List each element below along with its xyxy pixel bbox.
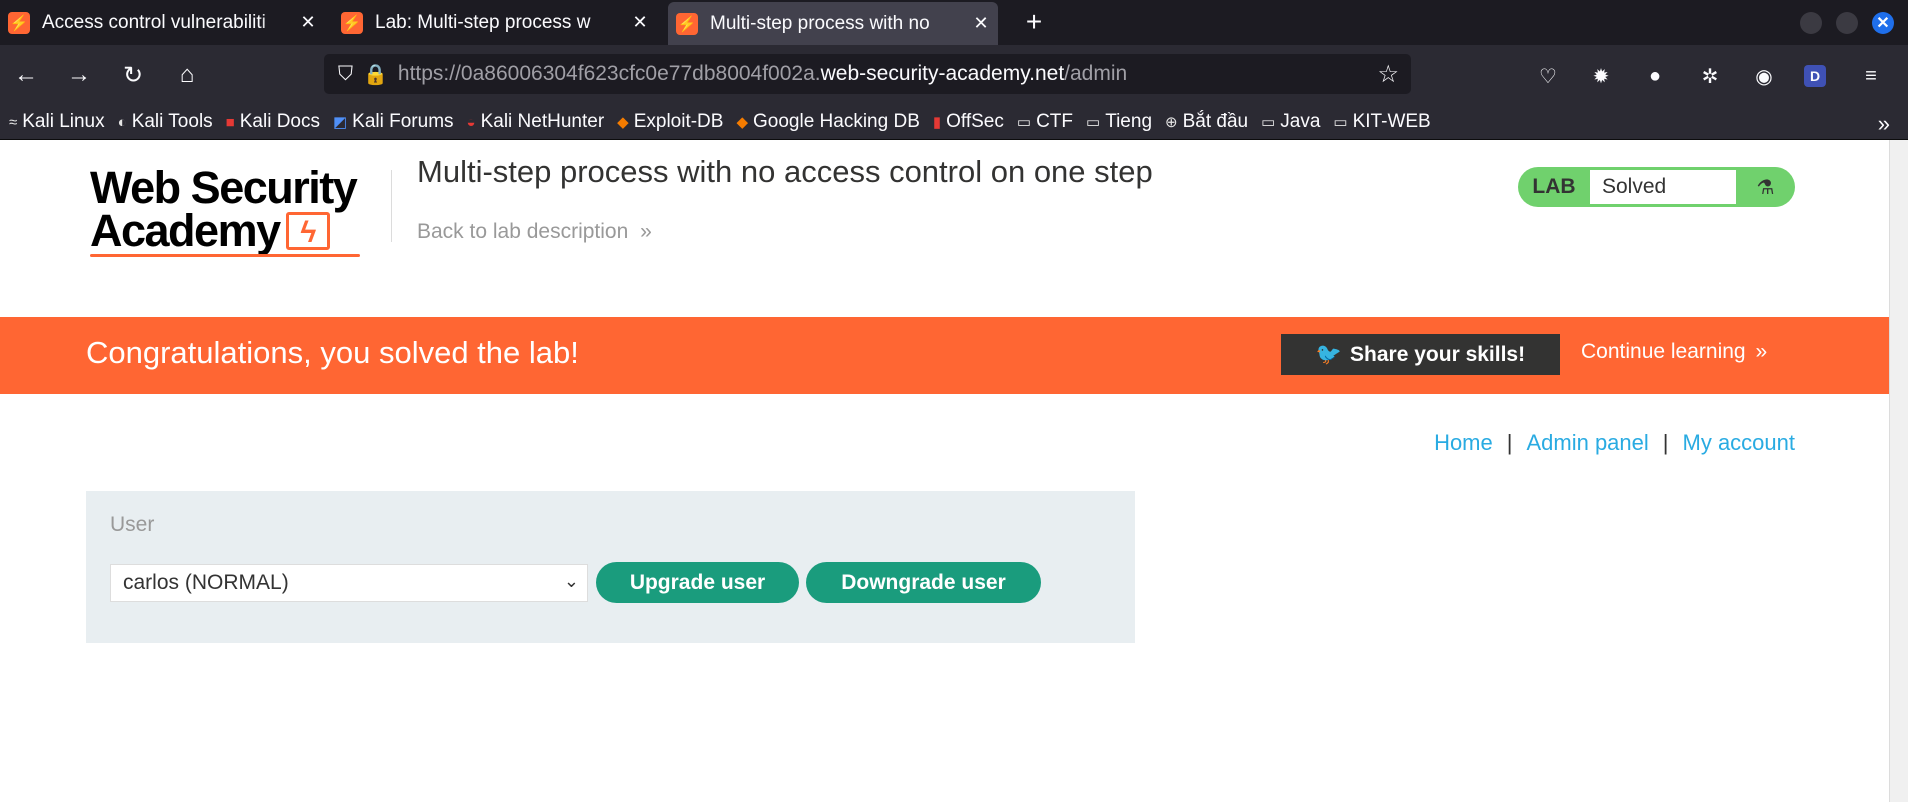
bookmark-kali-linux[interactable]: ≈ Kali Linux (9, 111, 105, 133)
globe-icon: ⊕ (1165, 114, 1178, 131)
tab-multi-step-active[interactable]: ⚡ Multi-step process with no ✕ (668, 2, 998, 45)
minimize-button[interactable] (1800, 12, 1822, 34)
browser-tab-bar: ⚡ Access control vulnerabiliti ✕ ⚡ Lab: … (0, 0, 1908, 45)
user-select[interactable]: carlos (NORMAL) ⌄ (110, 564, 588, 602)
continue-learning-link[interactable]: Continue learning » (1581, 340, 1767, 364)
extension-d-icon[interactable]: D (1804, 65, 1826, 87)
user-label: User (110, 513, 155, 536)
congratulations-message: Congratulations, you solved the lab! (86, 335, 579, 370)
logo-line-2: Academy (90, 205, 281, 256)
home-link[interactable]: Home (1434, 430, 1493, 455)
address-bar[interactable]: ⛉ 🔒 https://0a86006304f623cfc0e77db8004f… (324, 54, 1411, 94)
bookmark-folder-java[interactable]: ▭ Java (1261, 111, 1320, 133)
upgrade-user-button[interactable]: Upgrade user (596, 562, 799, 603)
url-domain: web-security-academy.net (820, 62, 1065, 85)
status-value: Solved (1590, 170, 1736, 204)
bookmark-folder-tieng[interactable]: ▭ Tieng (1086, 111, 1152, 133)
bookmark-kali-docs[interactable]: ■ Kali Docs (226, 111, 320, 133)
nethunter-icon: ◒ (466, 113, 476, 131)
logo-line-1: Web Security (90, 162, 358, 213)
menu-icon[interactable]: ≡ (1857, 62, 1885, 90)
tab-label: Multi-step process with no (710, 12, 930, 34)
exploit-db-icon: ◆ (617, 114, 629, 131)
page-scrollbar[interactable] (1889, 140, 1908, 802)
lightning-logo-icon: ϟ (285, 212, 330, 250)
bookmarks-overflow-icon[interactable]: » (1878, 111, 1890, 137)
docs-icon: ■ (225, 113, 235, 131)
share-skills-button[interactable]: 🐦 Share your skills! (1281, 334, 1560, 375)
lock-icon[interactable]: 🔒 (363, 62, 388, 87)
kali-tools-icon: ◐ (117, 113, 127, 131)
page-content: Web Security Academy ϟ Multi-step proces… (0, 140, 1890, 802)
home-icon[interactable]: ⌂ (171, 59, 203, 91)
tab-lab-multi-step[interactable]: ⚡ Lab: Multi-step process w ✕ (333, 0, 657, 45)
bookmark-kali-nethunter[interactable]: ◒ Kali NetHunter (467, 111, 605, 133)
extension-fox-icon[interactable]: ◉ (1750, 62, 1778, 90)
status-label: LAB (1532, 175, 1576, 198)
lightning-icon: ⚡ (676, 12, 698, 35)
bookmarks-bar: ≈ Kali Linux ◐ Kali Tools ■ Kali Docs ◩ Kali… (0, 105, 1908, 140)
tab-label: Access control vulnerabiliti (42, 11, 266, 33)
nav-separator: | (1662, 430, 1669, 455)
new-tab-button[interactable]: + (1017, 5, 1051, 39)
back-to-lab-link[interactable]: Back to lab description » (417, 220, 652, 244)
extension-cookie-icon[interactable]: ● (1641, 62, 1669, 90)
folder-icon: ▭ (1261, 114, 1276, 131)
academy-logo[interactable]: Web Security Academy ϟ (90, 162, 390, 261)
selected-user: carlos (NORMAL) (123, 571, 289, 594)
folder-icon: ▭ (1086, 114, 1101, 131)
lab-title: Multi-step process with no access contro… (417, 154, 1153, 189)
admin-user-form: User carlos (NORMAL) ⌄ Upgrade user Down… (86, 491, 1135, 643)
bookmark-bat-dau[interactable]: ⊕ Bắt đầu (1165, 111, 1248, 133)
double-chevron-icon: » (640, 220, 652, 243)
folder-icon: ▭ (1333, 114, 1348, 131)
flask-icon: ⚗ (1756, 176, 1775, 199)
maximize-button[interactable] (1836, 12, 1858, 34)
tab-label: Lab: Multi-step process w (375, 11, 591, 33)
tab-access-control[interactable]: ⚡ Access control vulnerabiliti ✕ (0, 0, 325, 45)
my-account-link[interactable]: My account (1683, 430, 1796, 455)
ghdb-icon: ◆ (736, 114, 748, 131)
bookmark-exploit-db[interactable]: ◆ Exploit-DB (617, 111, 723, 133)
close-icon[interactable]: ✕ (629, 12, 651, 33)
nav-separator: | (1506, 430, 1513, 455)
downgrade-user-button[interactable]: Downgrade user (806, 562, 1041, 603)
twitter-icon: 🐦 (1315, 342, 1343, 366)
bookmark-google-hacking-db[interactable]: ◆ Google Hacking DB (736, 111, 919, 133)
extension-gear-icon[interactable]: ✲ (1696, 62, 1724, 90)
header-divider (391, 170, 392, 242)
url-path: /admin (1064, 62, 1128, 85)
top-nav: Home | Admin panel | My account (1434, 430, 1795, 456)
bookmark-kali-tools[interactable]: ◐ Kali Tools (118, 111, 213, 133)
extension-bug-icon[interactable]: ✹ (1587, 62, 1615, 90)
close-icon[interactable]: ✕ (970, 13, 992, 34)
chevron-down-icon: ⌄ (563, 571, 579, 591)
shield-icon[interactable]: ⛉ (338, 63, 353, 86)
logo-swoosh (90, 254, 360, 257)
bookmark-folder-kit-web[interactable]: ▭ KIT-WEB (1333, 111, 1430, 133)
pocket-icon[interactable]: ♡ (1534, 62, 1562, 90)
forward-arrow-icon[interactable]: → (63, 59, 95, 91)
offsec-icon: ▮ (932, 114, 942, 131)
reload-icon[interactable]: ↻ (117, 59, 149, 91)
bookmark-folder-ctf[interactable]: ▭ CTF (1017, 111, 1073, 133)
lightning-icon: ⚡ (341, 11, 363, 34)
bookmark-star-icon[interactable]: ☆ (1377, 60, 1399, 89)
close-icon[interactable]: ✕ (297, 12, 319, 33)
bookmark-kali-forums[interactable]: ◩ Kali Forums (333, 111, 454, 133)
url-prefix: https://0a86006304f623cfc0e77db8004f002a… (397, 62, 821, 85)
admin-panel-link[interactable]: Admin panel (1526, 430, 1648, 455)
logo-line-2-row: Academy ϟ (90, 205, 390, 256)
solved-banner: Congratulations, you solved the lab! 🐦 S… (0, 317, 1890, 394)
window-close-button[interactable]: ✕ (1872, 12, 1894, 34)
lab-status-badge: LAB Solved ⚗ (1518, 167, 1795, 207)
double-chevron-icon: » (1755, 340, 1768, 363)
lightning-icon: ⚡ (8, 11, 30, 34)
kali-icon: ≈ (9, 113, 18, 131)
back-arrow-icon[interactable]: ← (10, 59, 42, 91)
bookmark-offsec[interactable]: ▮ OffSec (933, 111, 1004, 133)
forums-icon: ◩ (332, 114, 348, 131)
folder-icon: ▭ (1016, 114, 1032, 131)
